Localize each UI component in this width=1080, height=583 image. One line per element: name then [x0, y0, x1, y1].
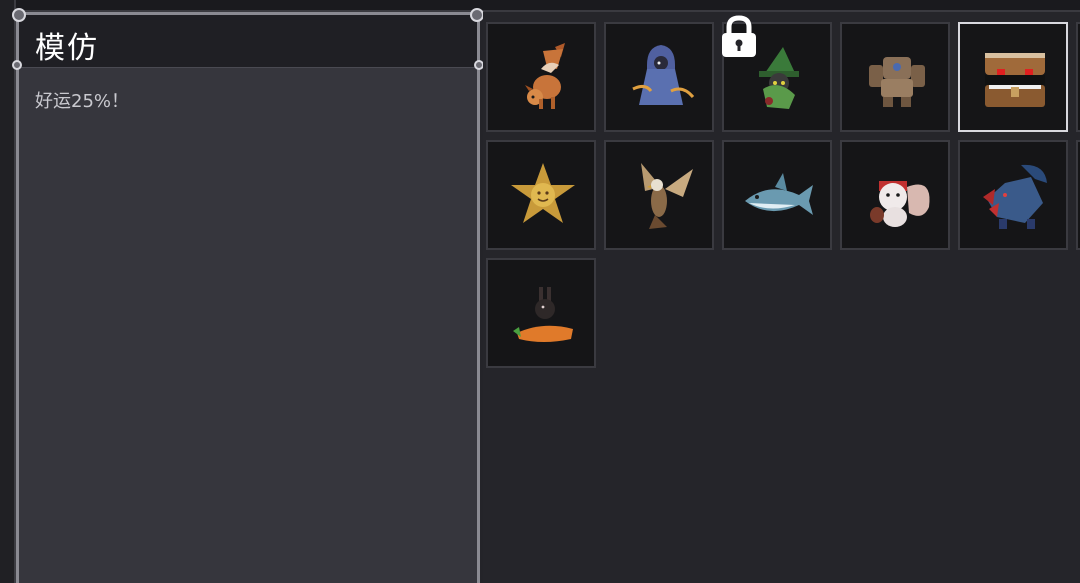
corner-ornament-icon — [12, 8, 26, 22]
squirrel-icon — [870, 181, 930, 227]
pet-slot-hooded-ghost[interactable] — [604, 22, 714, 132]
pet-slot-hawk[interactable] — [604, 140, 714, 250]
stone-golem-icon — [869, 57, 925, 107]
pet-slot-shark[interactable] — [722, 140, 832, 250]
pet-slot-partial-row1[interactable] — [1076, 22, 1080, 132]
pet-slot-partial-row2[interactable] — [1076, 140, 1080, 250]
hooded-ghost-icon — [632, 45, 695, 105]
pet-slot-sheriff-star[interactable] — [486, 140, 596, 250]
mimic-chest-icon — [985, 53, 1045, 107]
rabbit-carrot-icon — [513, 287, 573, 342]
pet-selection-screen: 模仿 好运25%！ — [0, 0, 1080, 583]
pet-slot-blue-dragon[interactable] — [958, 140, 1068, 250]
pet-detail-panel: 模仿 好运25%！ — [12, 8, 484, 583]
pet-name-title: 模仿 — [35, 31, 99, 66]
pet-slot-rabbit-carrot[interactable] — [486, 258, 596, 368]
fox-icon — [525, 43, 565, 109]
top-border — [0, 0, 1080, 12]
corner-ornament-icon — [12, 60, 22, 70]
pet-description: 好运25%！ — [35, 91, 130, 112]
pet-slot-stone-golem[interactable] — [840, 22, 950, 132]
left-rail — [0, 0, 16, 583]
detail-header: 模仿 — [19, 15, 477, 68]
pet-slot-squirrel[interactable] — [840, 140, 950, 250]
blue-dragon-icon — [983, 164, 1047, 229]
corner-ornament-icon — [470, 8, 484, 22]
pet-slot-fox[interactable] — [486, 22, 596, 132]
shark-icon — [745, 173, 813, 215]
lock-icon[interactable] — [716, 14, 762, 60]
sheriff-star-icon — [511, 163, 575, 223]
hawk-icon — [641, 163, 693, 229]
pet-slot-mimic-chest[interactable] — [958, 22, 1068, 132]
